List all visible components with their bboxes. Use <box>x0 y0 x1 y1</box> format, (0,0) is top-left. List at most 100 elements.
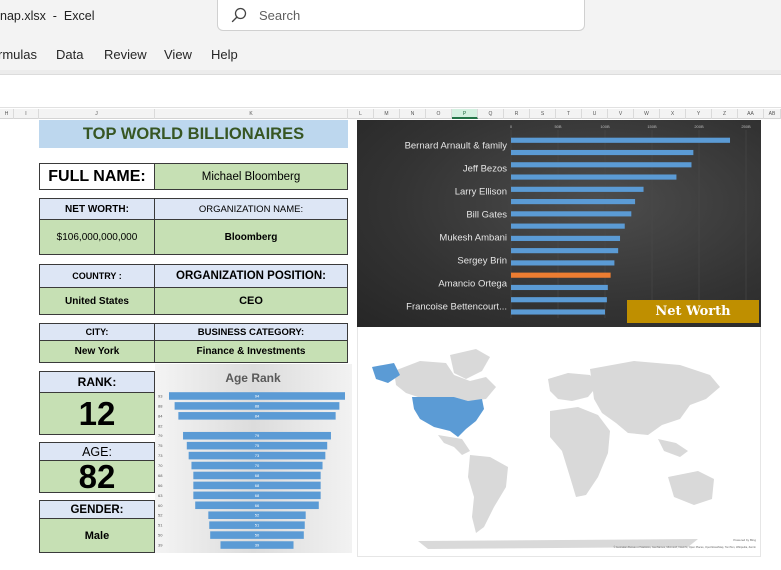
column-header[interactable]: Z <box>712 109 738 119</box>
column-header[interactable]: N <box>400 109 426 119</box>
gender-value[interactable]: Male <box>39 518 155 553</box>
category-label: 82 <box>158 423 163 428</box>
category-label: Amancio Ortega <box>438 279 507 290</box>
column-header[interactable]: O <box>426 109 452 119</box>
business-category-value[interactable]: Finance & Investments <box>154 340 348 363</box>
dashboard-title: TOP WORLD BILLIONAIRES <box>39 120 348 148</box>
search-placeholder: Search <box>259 8 301 23</box>
x-tick-label: 0 <box>510 124 513 129</box>
bar <box>511 137 731 143</box>
column-header[interactable]: H <box>0 109 14 119</box>
age-rank-svg: Age Rank 93 94 88 88 84 84 82 79 79 75 75 73 73 70 70 6… <box>158 371 345 549</box>
map-australia <box>668 471 714 505</box>
category-label: 68 <box>158 473 163 478</box>
map-africa <box>550 407 610 497</box>
column-header[interactable]: J <box>39 109 155 119</box>
bar <box>511 186 644 192</box>
net-worth-svg: 0 50B 100B 150B 200B 250B Bernard Arnault & fa… <box>405 124 751 318</box>
bar <box>511 297 607 303</box>
column-header[interactable]: R <box>504 109 530 119</box>
column-header[interactable]: V <box>608 109 634 119</box>
age-value[interactable]: 82 <box>39 458 155 495</box>
column-header[interactable]: S <box>530 109 556 119</box>
category-label: 79 <box>158 433 163 438</box>
bar <box>511 174 677 180</box>
search-icon <box>231 7 247 23</box>
x-tick-label: 100B <box>600 124 610 129</box>
gender-label: GENDER: <box>39 500 155 519</box>
column-headers: H I J K L M N O P Q R S T U V W X Y Z AA… <box>0 109 781 119</box>
city-value[interactable]: New York <box>39 340 155 363</box>
x-tick-label: 200B <box>694 124 704 129</box>
data-label: 88 <box>255 403 260 408</box>
data-label: 51 <box>255 523 260 528</box>
data-label: 94 <box>255 393 260 398</box>
category-label: 39 <box>158 543 163 548</box>
category-label: 84 <box>158 413 163 418</box>
data-label: 66 <box>255 503 260 508</box>
data-label: 84 <box>255 413 260 418</box>
category-label: 63 <box>158 493 163 498</box>
x-tick-label: 250B <box>741 124 751 129</box>
world-map-svg: Powered by Bing © Australian Bureau of S… <box>372 349 757 549</box>
tab-data[interactable]: Data <box>56 47 83 62</box>
rank-label: RANK: <box>39 371 155 393</box>
column-header[interactable]: AA <box>738 109 764 119</box>
search-box[interactable]: Search <box>217 0 585 31</box>
business-category-label: BUSINESS CATEGORY: <box>154 323 348 341</box>
column-header-active[interactable]: P <box>452 109 478 119</box>
column-header[interactable]: Y <box>686 109 712 119</box>
window-title: nap.xlsx - Excel <box>0 9 95 23</box>
column-header[interactable]: T <box>556 109 582 119</box>
org-position-value[interactable]: CEO <box>154 287 348 315</box>
age-chart-title: Age Rank <box>225 371 281 385</box>
rank-value[interactable]: 12 <box>39 392 155 435</box>
bar <box>511 309 605 315</box>
category-label: 52 <box>158 513 163 518</box>
category-label: 66 <box>158 483 163 488</box>
column-header[interactable]: Q <box>478 109 504 119</box>
org-name-label: ORGANIZATION NAME: <box>154 198 348 220</box>
data-label: 68 <box>255 483 260 488</box>
full-name-label: FULL NAME: <box>39 163 155 190</box>
net-worth-chart[interactable]: 0 50B 100B 150B 200B 250B Bernard Arnault & fa… <box>357 120 761 327</box>
map-southeast-asia <box>658 439 688 457</box>
country-value[interactable]: United States <box>39 287 155 315</box>
world-map-chart[interactable]: Powered by Bing © Australian Bureau of S… <box>357 327 761 557</box>
bar <box>511 223 625 229</box>
column-header[interactable]: K <box>155 109 348 119</box>
bar-highlight <box>511 272 611 278</box>
column-header[interactable]: X <box>660 109 686 119</box>
data-label: 68 <box>255 493 260 498</box>
org-name-value[interactable]: Bloomberg <box>154 219 348 255</box>
tab-view[interactable]: View <box>164 47 192 62</box>
org-position-label: ORGANIZATION POSITION: <box>154 264 348 288</box>
net-worth-value[interactable]: $106,000,000,000 <box>39 219 155 255</box>
title-bar: nap.xlsx - Excel Search <box>0 0 781 36</box>
bar <box>511 211 632 217</box>
tab-formulas[interactable]: rmulas <box>0 47 37 62</box>
net-worth-label: NET WORTH: <box>39 198 155 220</box>
full-name-value[interactable]: Michael Bloomberg <box>154 163 348 190</box>
tab-help[interactable]: Help <box>211 47 238 62</box>
column-header[interactable]: I <box>14 109 39 119</box>
worksheet[interactable]: TOP WORLD BILLIONAIRES FULL NAME: Michae… <box>0 120 781 570</box>
data-label: 70 <box>255 463 260 468</box>
column-header[interactable]: W <box>634 109 660 119</box>
data-label: 73 <box>255 453 260 458</box>
category-label: 70 <box>158 463 163 468</box>
column-header[interactable]: L <box>348 109 374 119</box>
age-rank-chart[interactable]: Age Rank 93 94 88 88 84 84 82 79 79 75 75 73 73 70 70 6… <box>155 364 352 553</box>
column-header[interactable]: AB <box>764 109 781 119</box>
category-label: 50 <box>158 533 163 538</box>
tab-review[interactable]: Review <box>104 47 147 62</box>
column-header[interactable]: M <box>374 109 400 119</box>
column-header[interactable]: U <box>582 109 608 119</box>
bar <box>511 149 694 156</box>
data-label: 52 <box>255 513 260 518</box>
category-label: 51 <box>158 523 163 528</box>
formula-bar[interactable] <box>0 76 781 108</box>
data-label: 68 <box>255 473 260 478</box>
category-label: Bernard Arnault & family <box>405 141 508 152</box>
net-worth-chart-title: Net Worth Ranking <box>627 300 759 342</box>
